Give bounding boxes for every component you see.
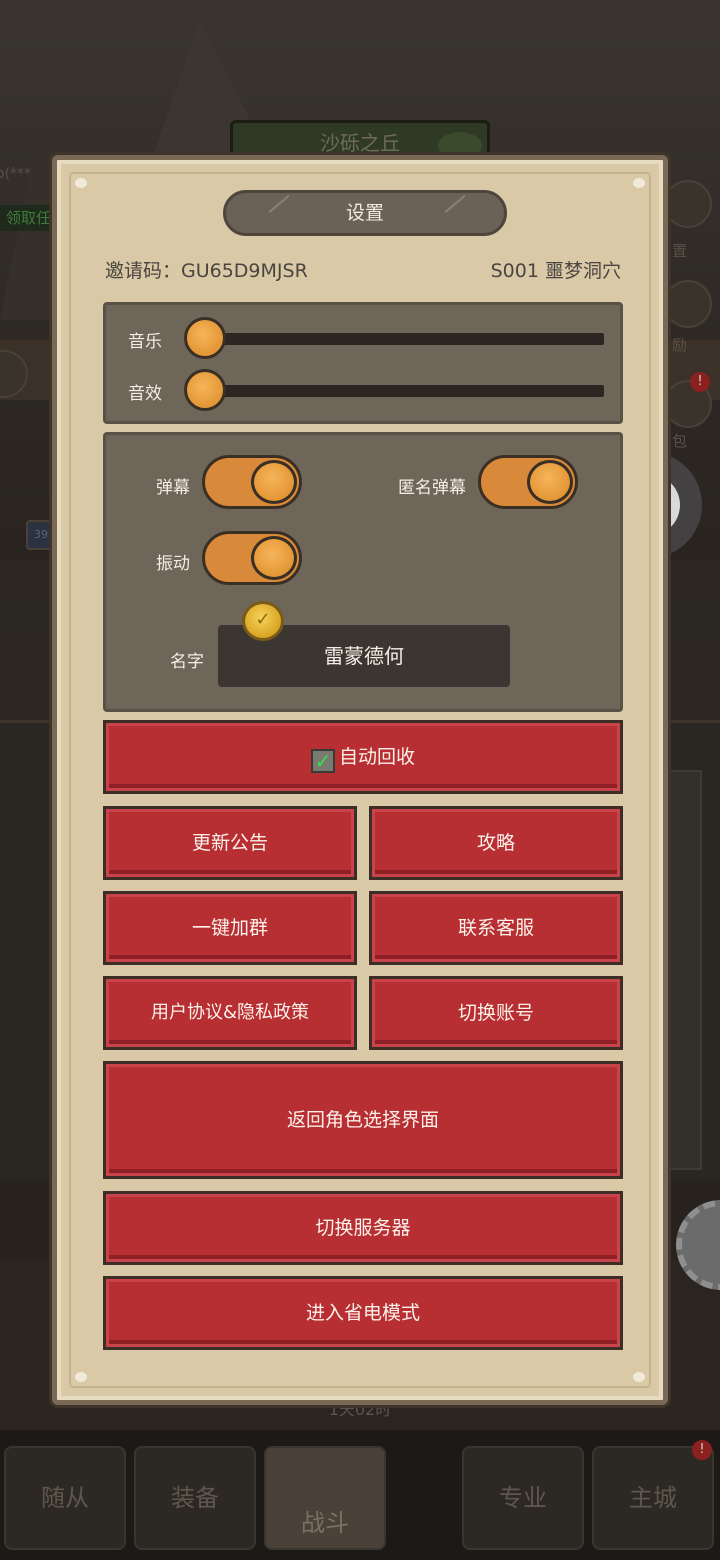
side-label-bag: 包 <box>672 432 688 450</box>
anon-danmaku-label: 匿名弹幕 <box>398 478 466 498</box>
update-notice-button[interactable]: 更新公告 <box>103 806 357 880</box>
music-slider[interactable] <box>188 333 604 345</box>
join-group-button[interactable]: 一键加群 <box>103 891 357 965</box>
toggle-knob <box>527 460 573 504</box>
toggle-knob <box>251 536 297 580</box>
anon-danmaku-toggle[interactable] <box>478 455 578 509</box>
contact-support-button[interactable]: 联系客服 <box>369 891 623 965</box>
options-panel: 弹幕 匿名弹幕 振动 名字 雷蒙德何 ✓ <box>103 432 623 712</box>
vibration-label: 振动 <box>156 554 190 574</box>
auto-recycle-button[interactable]: ✓ 自动回收 <box>103 720 623 794</box>
sfx-slider[interactable] <box>188 385 604 397</box>
dialog-title: 设置 <box>223 190 507 236</box>
guide-button[interactable]: 攻略 <box>369 806 623 880</box>
pillar <box>662 770 702 1170</box>
scratch-decoration <box>444 194 466 214</box>
tab-battle[interactable]: 战斗 <box>264 1446 386 1550</box>
danmaku-label: 弹幕 <box>156 478 190 498</box>
vibration-toggle[interactable] <box>202 531 302 585</box>
tab-followers[interactable]: 随从 <box>4 1446 126 1550</box>
side-label-settings: 置 <box>672 242 688 260</box>
back-to-character-select-button[interactable]: 返回角色选择界面 <box>103 1061 623 1179</box>
tab-profession[interactable]: 专业 <box>462 1446 584 1550</box>
sfx-label: 音效 <box>128 384 162 404</box>
toggle-knob <box>251 460 297 504</box>
main-city-notification-dot: ! <box>692 1440 712 1460</box>
server-name: S001 噩梦洞穴 <box>490 260 621 282</box>
settings-gear-icon[interactable] <box>664 180 712 228</box>
user-agreement-button[interactable]: 用户协议&隐私政策 <box>103 976 357 1050</box>
rivet <box>633 178 645 188</box>
switch-account-button[interactable]: 切换账号 <box>369 976 623 1050</box>
rivet <box>75 178 87 188</box>
scratch-decoration <box>268 194 290 214</box>
rivet <box>633 1372 645 1382</box>
power-saving-button[interactable]: 进入省电模式 <box>103 1276 623 1350</box>
danmaku-toggle[interactable] <box>202 455 302 509</box>
invite-row: 邀请码：GU65D9MJSR S001 噩梦洞穴 <box>105 256 621 288</box>
settings-dialog: 设置 邀请码：GU65D9MJSR S001 噩梦洞穴 音乐 音效 弹幕 匿名弹… <box>52 155 668 1405</box>
switch-server-button[interactable]: 切换服务器 <box>103 1191 623 1265</box>
reward-icon[interactable] <box>664 280 712 328</box>
notification-dot: ! <box>690 372 710 392</box>
auto-recycle-label: 自动回收 <box>338 746 415 768</box>
quest-text: o(*** <box>0 166 32 182</box>
dialog-title-text: 设置 <box>345 202 384 224</box>
audio-panel: 音乐 音效 <box>103 302 623 424</box>
music-slider-handle[interactable] <box>184 317 226 359</box>
invite-code[interactable]: 邀请码：GU65D9MJSR <box>105 256 308 283</box>
side-label-reward: 励 <box>672 336 688 354</box>
tab-main-city[interactable]: 主城 <box>592 1446 714 1550</box>
tab-equipment[interactable]: 装备 <box>134 1446 256 1550</box>
rivet <box>75 1372 87 1382</box>
rename-coin-icon[interactable]: ✓ <box>242 601 284 641</box>
name-label: 名字 <box>170 652 204 672</box>
auto-recycle-checkbox-icon[interactable]: ✓ <box>310 749 335 773</box>
claim-quest-button[interactable]: 领取任 <box>0 205 56 231</box>
sfx-slider-handle[interactable] <box>184 369 226 411</box>
music-label: 音乐 <box>128 332 162 352</box>
